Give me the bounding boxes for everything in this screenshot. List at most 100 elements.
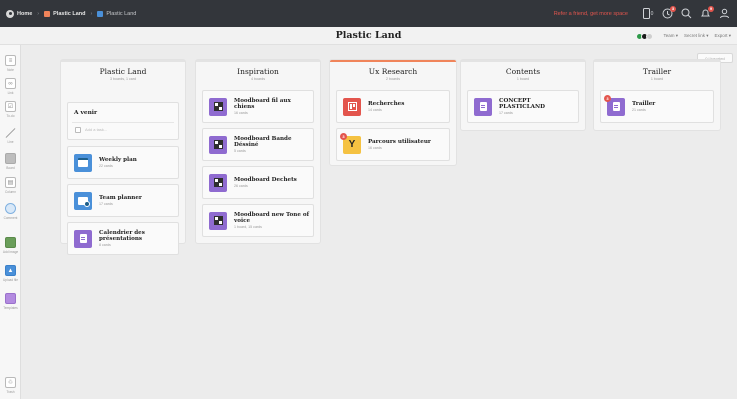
breadcrumb-separator: › [90, 10, 93, 17]
tool-label: Comment [3, 216, 18, 220]
card-subtitle: 16 cards [368, 146, 382, 151]
card-title: Calendrier des présentations [99, 229, 145, 242]
tool-upload-file[interactable]: ▲ Upload file [0, 265, 21, 282]
tool-trash[interactable]: ♲ Trash [0, 377, 21, 394]
card-concept-plasticland[interactable]: CONCEPT PLASTICLAND 17 cards [467, 90, 579, 123]
tool-column[interactable]: ▤ Column [0, 177, 21, 194]
board-title[interactable]: Plastic Land [336, 30, 402, 41]
tool-comment[interactable]: Comment [0, 203, 21, 220]
column-subtitle: 3 boards, 1 card [110, 77, 136, 81]
export-menu[interactable]: Export ▾ [714, 33, 731, 39]
tool-link[interactable]: ∞ Link [0, 78, 21, 95]
card-title: Parcours utilisateur [368, 138, 431, 145]
breadcrumb-label: Plastic Land [53, 10, 86, 17]
column-title[interactable]: Ux Research [330, 67, 456, 76]
column-title[interactable]: Plastic Land [61, 67, 185, 76]
activity-icon[interactable]: 3 [660, 5, 676, 21]
card-subtitle: 1 board, 15 cards [234, 225, 262, 230]
card-subtitle: 14 cards [368, 108, 382, 113]
board-color-icon [97, 10, 104, 17]
search-icon[interactable] [679, 7, 693, 21]
card-moodboard-bande-dessine[interactable]: Moodboard Bande Déssiné 5 cards [202, 128, 314, 161]
trash-icon: ♲ [5, 377, 16, 388]
card-moodboard-fil-aux-chiens[interactable]: Moodboard fil aux chiens 16 cards [202, 90, 314, 123]
tool-label: Board [6, 166, 15, 170]
column-subtitle: 4 boards [251, 77, 265, 81]
column-subtitle: 1 board [516, 77, 530, 81]
device-count: 0 [650, 10, 654, 17]
document-icon: 3 [604, 94, 625, 116]
tool-label: Trash [6, 390, 15, 394]
column-header: Ux Research 2 boards [330, 62, 456, 86]
secret-link-menu[interactable]: Secret link ▾ [684, 33, 709, 39]
tool-board[interactable]: Board [0, 153, 21, 170]
todo-title: A venir [74, 110, 98, 116]
column-contents[interactable]: Contents 1 board CONCEPT PLASTICLAND 17 … [461, 60, 585, 130]
card-subtitle: 17 cards [99, 202, 113, 207]
tool-label: Upload file [2, 278, 19, 282]
note-icon: ≡ [5, 55, 16, 66]
refer-friend-link[interactable]: Refer a friend, get more space [554, 11, 628, 17]
share-actions: Team ▾ Secret link ▾ Export ▾ [636, 27, 731, 45]
team-menu[interactable]: Team ▾ [663, 33, 678, 39]
column-header: Plastic Land 3 boards, 1 card [61, 62, 185, 86]
add-task-input[interactable]: Add a task... [85, 127, 107, 132]
tool-todo[interactable]: ☑ To-do [0, 101, 21, 118]
card-moodboard-dechets[interactable]: Moodboard Dechets 26 cards [202, 166, 314, 199]
tool-label: Add image [2, 250, 19, 254]
card-team-planner[interactable]: Team planner 17 cards [67, 184, 179, 217]
tool-label: To-do [6, 114, 15, 118]
notification-badge: 3 [340, 132, 347, 140]
breadcrumb-home[interactable]: Home [6, 9, 32, 18]
card-title: Weekly plan [99, 156, 137, 163]
card-parcours-utilisateur[interactable]: Y 3 Parcours utilisateur 16 cards [336, 128, 450, 161]
link-icon: ∞ [5, 78, 16, 89]
board-header: Plastic Land Team ▾ Secret link ▾ Export… [0, 27, 737, 45]
branch-icon: Y 3 [340, 132, 361, 154]
breadcrumb-parent-board[interactable]: Plastic Land [44, 10, 86, 17]
tool-templates[interactable]: Templates [0, 293, 21, 310]
notification-badge: 3 [670, 5, 676, 12]
tool-add-image[interactable]: Add image [0, 237, 21, 254]
card-title: CONCEPT PLASTICLAND [499, 97, 545, 110]
bell-icon[interactable]: 9 [698, 5, 714, 21]
todo-icon: ☑ [5, 101, 16, 112]
card-title: Recherches [368, 100, 405, 107]
image-icon [5, 237, 16, 248]
board-icon [5, 153, 16, 164]
card-title: Trailler [632, 100, 656, 107]
tool-label: Note [7, 68, 14, 72]
todo-list[interactable]: A venir Add a task... [67, 102, 179, 140]
column-plastic-land[interactable]: Plastic Land 3 boards, 1 card A venir Ad… [61, 60, 185, 255]
card-subtitle: 8 cards [99, 243, 111, 248]
card-subtitle: 17 cards [499, 111, 513, 116]
column-trailler[interactable]: Trailler 1 board 3 Trailler 21 cards [594, 60, 720, 130]
tool-note[interactable]: ≡ Note [0, 55, 21, 72]
tool-line[interactable]: Line [0, 127, 21, 144]
device-icon[interactable]: 0 [641, 7, 655, 21]
column-subtitle: 1 board [650, 77, 664, 81]
column-title[interactable]: Contents [461, 67, 585, 76]
board-canvas[interactable]: 0 Unsorted Plastic Land 3 boards, 1 card… [21, 45, 737, 399]
card-trailler[interactable]: 3 Trailler 21 cards [600, 90, 714, 123]
column-inspiration[interactable]: Inspiration 4 boards Moodboard fil aux c… [196, 60, 320, 243]
column-title[interactable]: Inspiration [196, 67, 320, 76]
card-weekly-plan[interactable]: Weekly plan 22 cards [67, 146, 179, 179]
user-icon[interactable] [717, 7, 731, 21]
tool-label: Line [7, 140, 14, 144]
card-title: Moodboard Dechets [234, 176, 297, 183]
notification-badge: 9 [708, 5, 714, 12]
column-ux-research[interactable]: Ux Research 2 boards Recherches 14 cards… [330, 60, 456, 165]
moodboard-icon [209, 211, 227, 230]
kanban-icon [343, 97, 361, 116]
breadcrumb-current-board[interactable]: Plastic Land [97, 10, 137, 17]
card-calendrier-presentations[interactable]: Calendrier des présentations 8 cards [67, 222, 179, 255]
collaborator-avatars[interactable] [636, 32, 654, 40]
column-title[interactable]: Trailler [594, 67, 720, 76]
card-moodboard-new-tone-of-voice[interactable]: Moodboard new Tone of voice 1 board, 15 … [202, 204, 314, 237]
breadcrumb-label: Plastic Land [106, 10, 137, 17]
todo-checkbox[interactable] [75, 127, 81, 133]
notification-badge: 3 [604, 94, 611, 102]
card-recherches[interactable]: Recherches 14 cards [336, 90, 450, 123]
tool-label: Column [5, 190, 16, 194]
